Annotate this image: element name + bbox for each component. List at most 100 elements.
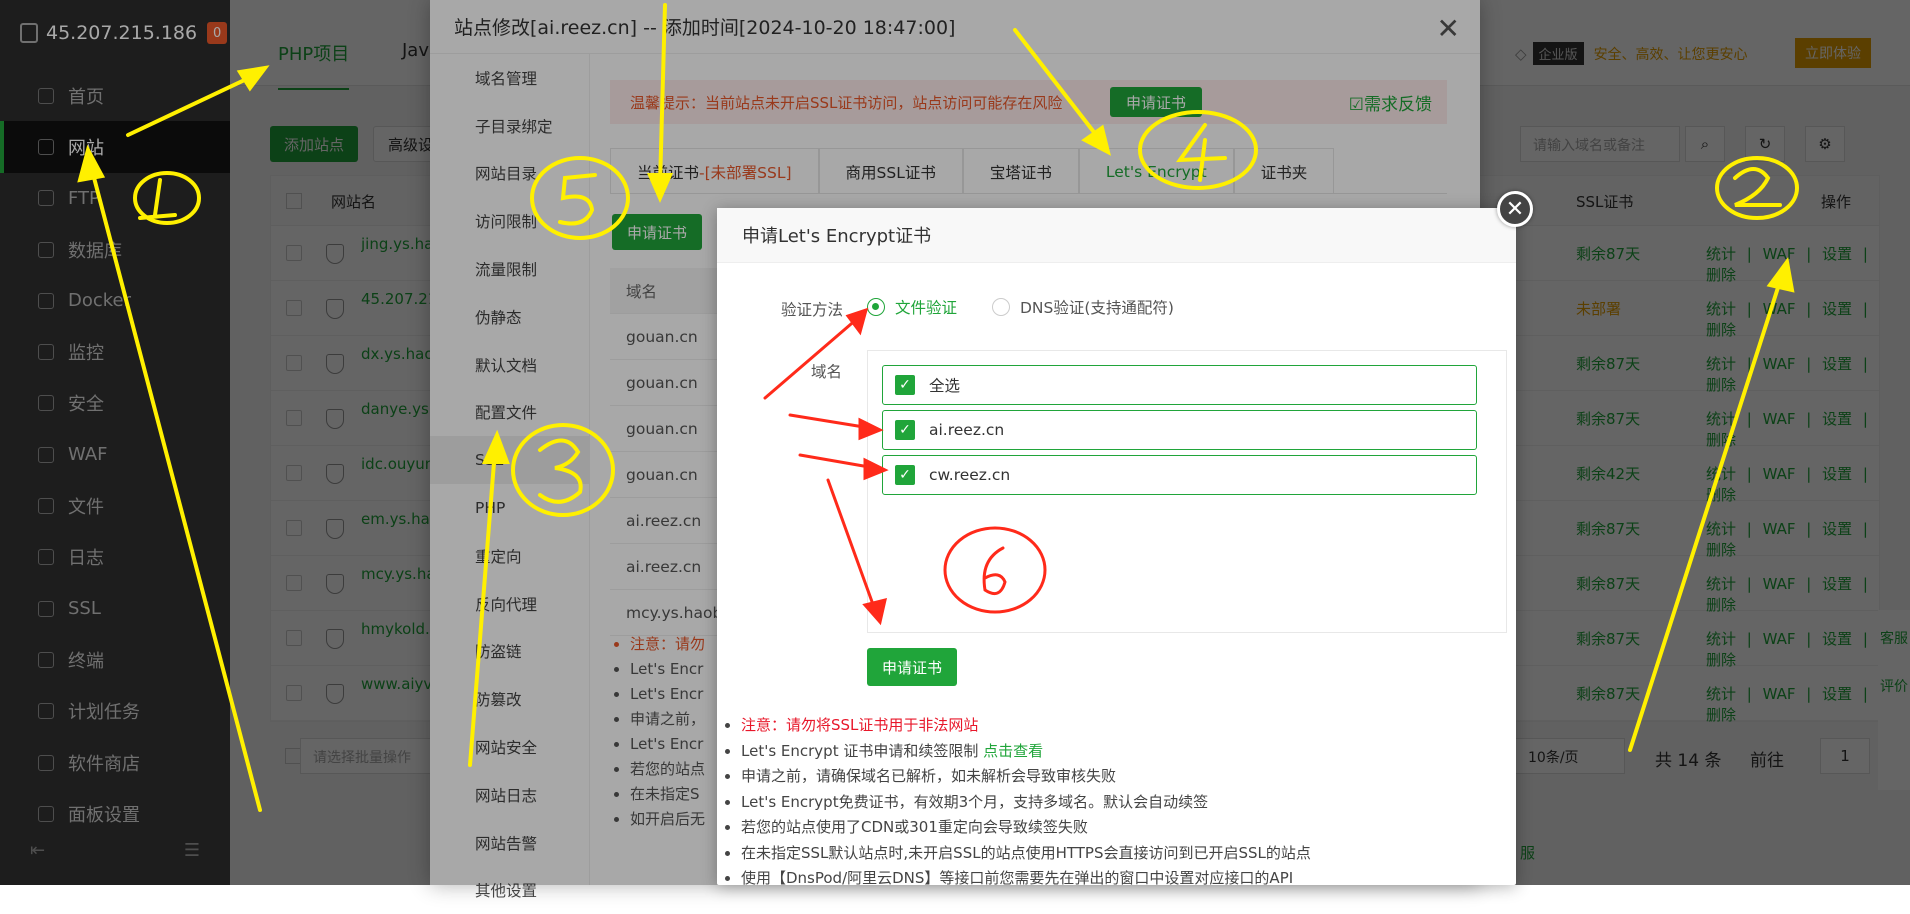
radio-dns-verify[interactable]: DNS验证(支持通配符) (992, 296, 1174, 318)
tab-current-cert[interactable]: 当前证书 -[未部署SSL] (610, 148, 819, 194)
nav-item[interactable]: 反向代理 (430, 580, 589, 628)
add-site-button[interactable]: 添加站点 (270, 126, 359, 162)
ssl-status[interactable]: 未部署 (1576, 298, 1621, 319)
sidebar-item[interactable]: 首页 (0, 70, 230, 121)
row-checkbox[interactable] (286, 465, 302, 481)
row-actions[interactable]: 统计 | WAF | 设置 | 删除 (1706, 518, 1879, 560)
sidebar-item[interactable]: WAF (0, 429, 230, 480)
tab-letsencrypt[interactable]: Let's Encrypt (1078, 148, 1234, 194)
nav-item[interactable]: 伪静态 (430, 293, 589, 341)
row-checkbox[interactable] (286, 575, 302, 591)
ssl-status[interactable]: 剩余87天 (1576, 408, 1640, 429)
sidebar-item[interactable]: 数据库 (0, 224, 230, 275)
nav-item[interactable]: 配置文件 (430, 389, 589, 437)
close-icon[interactable]: ✕ (1497, 191, 1533, 227)
row-checkbox[interactable] (286, 520, 302, 536)
row-actions[interactable]: 统计 | WAF | 设置 | 删除 (1706, 628, 1879, 670)
site-name[interactable]: mcy.ys.hacn (361, 564, 431, 604)
col-site-header[interactable]: 网站名 (331, 191, 376, 212)
ssl-status[interactable]: 剩余87天 (1576, 243, 1640, 264)
radio-file-verify[interactable]: 文件验证 (867, 296, 957, 318)
trial-button[interactable]: 立即体验 (1795, 38, 1871, 68)
sidebar-item[interactable]: 终端 (0, 634, 230, 685)
nav-item[interactable]: 网站日志 (430, 771, 589, 819)
sidebar-item[interactable]: 监控 (0, 326, 230, 377)
row-actions[interactable]: 统计 | WAF | 设置 | 删除 (1706, 243, 1879, 285)
nav-item[interactable]: 流量限制 (430, 245, 589, 293)
nav-item[interactable]: PHP (430, 484, 589, 532)
sidebar-item[interactable]: SSL (0, 583, 230, 634)
ssl-status[interactable]: 剩余87天 (1576, 573, 1640, 594)
ssl-status[interactable]: 剩余42天 (1576, 463, 1640, 484)
sidebar-item[interactable]: 软件商店 (0, 737, 230, 788)
tab-commercial[interactable]: 商用SSL证书 (818, 148, 963, 194)
limit-link[interactable]: 点击查看 (983, 742, 1043, 760)
feedback-link[interactable]: ☑需求反馈 (1349, 90, 1432, 115)
ssl-status[interactable]: 剩余87天 (1576, 518, 1640, 539)
sidebar-item[interactable]: 日志 (0, 532, 230, 583)
ssl-status[interactable]: 剩余87天 (1576, 628, 1640, 649)
row-actions[interactable]: 统计 | WAF | 设置 | 删除 (1706, 463, 1879, 505)
search-icon[interactable]: ⌕ (1685, 126, 1725, 162)
nav-item[interactable]: 访问限制 (430, 197, 589, 245)
rate-tab[interactable]: 评价 (1878, 678, 1910, 696)
apply-cert-button[interactable]: 申请证书 (612, 214, 702, 250)
collapse-icon[interactable]: ⇤ (30, 840, 45, 861)
sidebar-item[interactable]: 网站 (0, 121, 230, 173)
site-name[interactable]: em.ys.haccn (361, 509, 431, 549)
row-checkbox[interactable] (286, 300, 302, 316)
site-name[interactable]: dx.ys.haon (361, 344, 431, 384)
sidebar-item[interactable]: FTP (0, 173, 230, 224)
domain-select-all[interactable]: ✓ 全选 (882, 365, 1477, 405)
ssl-status[interactable]: 剩余87天 (1576, 353, 1640, 374)
nav-item[interactable]: SSL (430, 436, 589, 485)
row-actions[interactable]: 统计 | WAF | 设置 | 删除 (1706, 408, 1879, 450)
row-checkbox[interactable] (286, 410, 302, 426)
sidebar-item[interactable]: 安全 (0, 378, 230, 429)
nav-item[interactable]: 网站目录 (430, 150, 589, 198)
domain-item[interactable]: ✓ cw.reez.cn (882, 455, 1477, 495)
nav-item[interactable]: 网站安全 (430, 723, 589, 771)
per-page-select[interactable]: 10条/页 (1515, 738, 1625, 774)
select-all-checkbox[interactable] (286, 193, 302, 209)
nav-item[interactable]: 网站告警 (430, 819, 589, 867)
service-tab[interactable]: 客服 (1878, 630, 1910, 648)
gear-icon[interactable]: ⚙ (1805, 126, 1845, 162)
tab-baota[interactable]: 宝塔证书 (962, 148, 1079, 194)
row-checkbox[interactable] (286, 245, 302, 261)
site-name[interactable]: www.aiyv (361, 674, 431, 714)
tab-php[interactable]: PHP项目 (278, 40, 350, 90)
sidebar-item[interactable]: Docker (0, 275, 230, 326)
nav-item[interactable]: 子目录绑定 (430, 102, 589, 150)
row-actions[interactable]: 统计 | WAF | 设置 | 删除 (1706, 683, 1879, 725)
close-icon[interactable]: ✕ (1437, 12, 1460, 45)
row-actions[interactable]: 统计 | WAF | 设置 | 删除 (1706, 353, 1879, 395)
menu-icon[interactable]: ☰ (184, 840, 200, 861)
row-actions[interactable]: 统计 | WAF | 设置 | 删除 (1706, 298, 1879, 340)
nav-item[interactable]: 默认文档 (430, 341, 589, 389)
warning-apply-button[interactable]: 申请证书 (1110, 87, 1203, 117)
row-checkbox[interactable] (286, 630, 302, 646)
sidebar-item[interactable]: 计划任务 (0, 686, 230, 737)
site-name[interactable]: hmykold.yngya.cn (361, 619, 431, 659)
tab-cert-folder[interactable]: 证书夹 (1233, 148, 1335, 194)
row-checkbox[interactable] (286, 355, 302, 371)
message-badge[interactable]: 0 (207, 22, 228, 44)
refresh-icon[interactable]: ↻ (1745, 126, 1785, 162)
sidebar-item[interactable]: 面板设置 (0, 788, 230, 839)
nav-item[interactable]: 防篡改 (430, 675, 589, 723)
nav-item[interactable]: 防盗链 (430, 628, 589, 676)
domain-item[interactable]: ✓ ai.reez.cn (882, 410, 1477, 450)
site-name[interactable]: danye.ys.ya.cn (361, 399, 431, 439)
site-name[interactable]: jing.ys.haocn (361, 234, 431, 274)
service-link[interactable]: 服 (1520, 842, 1535, 863)
site-name[interactable]: 45.207.21 (361, 289, 431, 329)
row-checkbox[interactable] (286, 685, 302, 701)
row-actions[interactable]: 统计 | WAF | 设置 | 删除 (1706, 573, 1879, 615)
site-name[interactable]: idc.ouyun (361, 454, 431, 494)
sidebar-item[interactable]: 文件 (0, 480, 230, 531)
page-input[interactable]: 1 (1820, 738, 1870, 774)
footer-checkbox[interactable] (285, 748, 301, 764)
ssl-status[interactable]: 剩余87天 (1576, 683, 1640, 704)
search-input[interactable]: 请输入域名或备注 (1520, 126, 1680, 162)
